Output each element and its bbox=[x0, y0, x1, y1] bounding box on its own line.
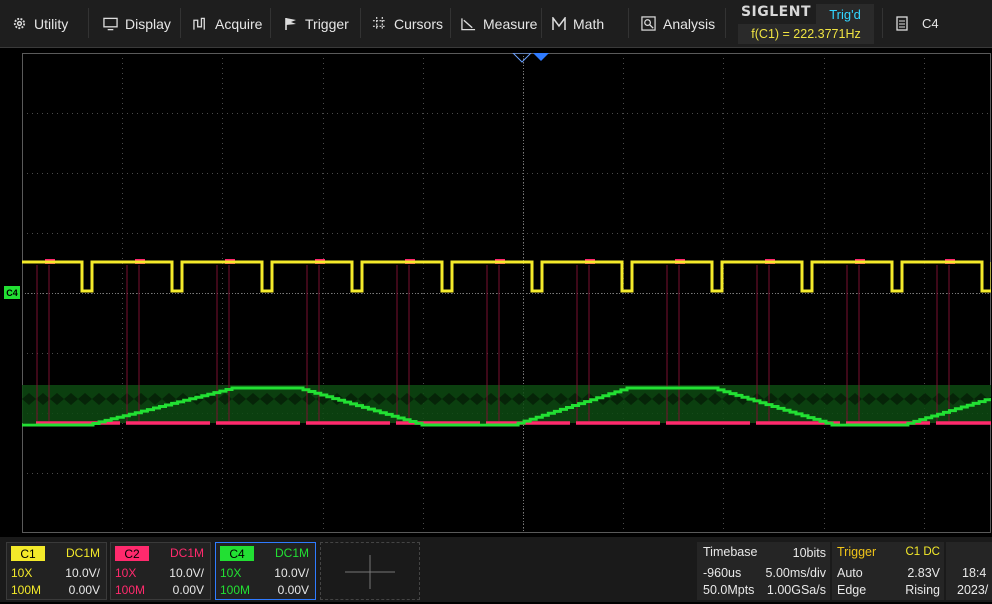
menu-display[interactable]: Display bbox=[103, 0, 171, 47]
c1-scale: 10.0V/ bbox=[65, 566, 100, 580]
timebase-title: Timebase bbox=[703, 545, 758, 559]
c2-scale: 10.0V/ bbox=[169, 566, 204, 580]
menu-trigger[interactable]: Trigger bbox=[284, 0, 349, 47]
clock-date: 2023/ bbox=[957, 583, 989, 597]
analysis-icon bbox=[641, 16, 656, 31]
channel-c1-box[interactable]: C1 DC1M 10X 10.0V/ 100M 0.00V bbox=[6, 542, 107, 600]
clock-panel: 18:4 2023/ bbox=[946, 542, 992, 600]
acquire-icon bbox=[193, 17, 205, 30]
c1-offset: 0.00V bbox=[68, 583, 100, 597]
channel-selector[interactable]: C4 bbox=[890, 0, 992, 47]
menu-bar: Utility Display Acquire Trigger Cursors … bbox=[0, 0, 992, 48]
menu-utility[interactable]: Utility bbox=[12, 0, 68, 47]
gear-icon bbox=[13, 17, 26, 30]
timebase-bits: 10bits bbox=[792, 546, 826, 560]
brand-logo: SIGLENT bbox=[740, 4, 812, 20]
menu-utility-label: Utility bbox=[34, 15, 69, 32]
document-icon bbox=[896, 16, 908, 31]
c4-offset-marker[interactable]: C4 bbox=[4, 286, 20, 299]
graticule bbox=[22, 53, 991, 533]
trigger-source: C1 DC bbox=[905, 546, 940, 558]
timebase-delay: -960us bbox=[703, 566, 742, 580]
monitor-icon bbox=[103, 17, 118, 30]
cursors-icon bbox=[372, 16, 387, 31]
add-channel-button[interactable] bbox=[320, 542, 420, 600]
timebase-memory: 50.0Mpts bbox=[703, 583, 755, 597]
measure-icon bbox=[461, 17, 476, 30]
menu-measure-label: Measure bbox=[483, 15, 538, 32]
c4-probe: 10X bbox=[220, 566, 242, 580]
menu-acquire-label: Acquire bbox=[215, 15, 263, 32]
c1-bandwidth: 100M bbox=[11, 583, 42, 597]
c2-offset: 0.00V bbox=[172, 583, 204, 597]
timebase-sample-rate: 1.00GSa/s bbox=[766, 583, 826, 597]
channel-selector-label: C4 bbox=[922, 16, 939, 31]
menu-display-label: Display bbox=[125, 15, 171, 32]
menu-trigger-label: Trigger bbox=[305, 15, 349, 32]
c4-coupling: DC1M bbox=[274, 546, 309, 560]
c4-tag: C4 bbox=[220, 546, 254, 561]
trigger-level: 2.83V bbox=[907, 566, 940, 580]
c1-trace bbox=[22, 260, 991, 293]
c2-bandwidth: 100M bbox=[115, 583, 146, 597]
c1-tag: C1 bbox=[11, 546, 45, 561]
menu-analysis[interactable]: Analysis bbox=[641, 0, 715, 47]
channel-c2-box[interactable]: C2 DC1M 10X 10.0V/ 100M 0.00V bbox=[110, 542, 211, 600]
trigger-title: Trigger bbox=[837, 545, 877, 559]
menu-cursors[interactable]: Cursors bbox=[372, 0, 443, 47]
menu-analysis-label: Analysis bbox=[663, 15, 716, 32]
c1-coupling: DC1M bbox=[65, 546, 100, 560]
clock-time: 18:4 bbox=[962, 566, 987, 580]
c1-probe: 10X bbox=[11, 566, 33, 580]
channel-c4-box[interactable]: C4 DC1M 10X 10.0V/ 100M 0.00V bbox=[215, 542, 316, 600]
frequency-readout: f(C1) = 222.3771Hz bbox=[738, 24, 874, 44]
waveform-display[interactable] bbox=[22, 53, 991, 533]
trigger-panel[interactable]: Trigger C1 DC Auto 2.83V Edge Rising bbox=[832, 542, 944, 600]
c4-offset: 0.00V bbox=[277, 583, 309, 597]
timebase-scale: 5.00ms/div bbox=[765, 566, 826, 580]
c2-tag: C2 bbox=[115, 546, 149, 561]
timebase-panel[interactable]: Timebase 10bits -960us 5.00ms/div 50.0Mp… bbox=[697, 542, 830, 600]
menu-math[interactable]: Math bbox=[552, 0, 604, 47]
trigger-position-marker[interactable] bbox=[512, 53, 549, 63]
trigger-slope: Rising bbox=[905, 583, 940, 597]
menu-acquire[interactable]: Acquire bbox=[193, 0, 262, 47]
plus-icon bbox=[345, 555, 395, 589]
menu-measure[interactable]: Measure bbox=[461, 0, 537, 47]
c4-bandwidth: 100M bbox=[220, 583, 251, 597]
menu-cursors-label: Cursors bbox=[394, 15, 444, 32]
c4-scale: 10.0V/ bbox=[274, 566, 309, 580]
menu-math-label: Math bbox=[573, 15, 605, 32]
c2-probe: 10X bbox=[115, 566, 137, 580]
c2-coupling: DC1M bbox=[169, 546, 204, 560]
math-icon bbox=[552, 16, 566, 30]
trigger-mode: Auto bbox=[837, 566, 863, 580]
oscilloscope-screen: Utility Display Acquire Trigger Cursors … bbox=[0, 0, 992, 602]
flag-icon bbox=[285, 17, 296, 30]
trigger-status: Trig'd bbox=[816, 4, 874, 24]
trigger-type: Edge bbox=[837, 583, 867, 597]
